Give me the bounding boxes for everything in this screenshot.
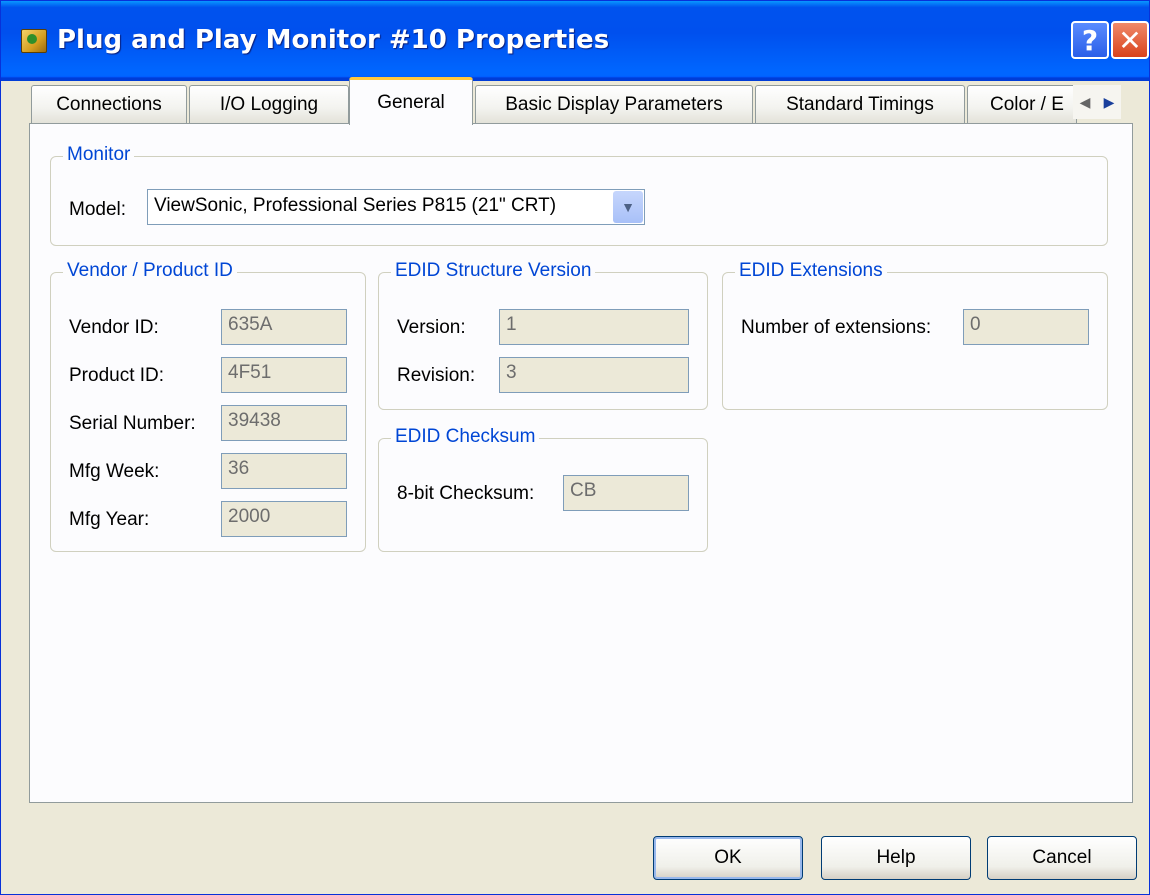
revision-label: Revision: <box>397 365 476 386</box>
vendor-id-label: Vendor ID: <box>69 317 159 338</box>
vendor-product-group-title: Vendor / Product ID <box>63 260 237 282</box>
checksum-field: CB <box>563 475 689 511</box>
general-tab-panel: Monitor Model: ViewSonic, Professional S… <box>29 123 1133 803</box>
model-value: ViewSonic, Professional Series P815 (21"… <box>154 195 557 216</box>
edid-version-group: EDID Structure Version Version: 1 Revisi… <box>378 260 708 410</box>
mfg-week-field: 36 <box>221 453 347 489</box>
serial-number-field: 39438 <box>221 405 347 441</box>
edid-version-group-title: EDID Structure Version <box>391 260 596 282</box>
edid-checksum-group: EDID Checksum 8-bit Checksum: CB <box>378 426 708 552</box>
mfg-week-label: Mfg Week: <box>69 461 160 482</box>
version-field: 1 <box>499 309 689 345</box>
help-title-button[interactable]: ? <box>1071 21 1109 59</box>
serial-number-label: Serial Number: <box>69 413 196 434</box>
model-label: Model: <box>69 199 127 220</box>
cancel-button[interactable]: Cancel <box>987 836 1137 880</box>
title-bar[interactable]: Plug and Play Monitor #10 Properties ? ✕ <box>1 1 1149 81</box>
tab-basic-display-parameters[interactable]: Basic Display Parameters <box>475 85 753 123</box>
chevron-right-icon[interactable]: ▶ <box>1104 94 1115 111</box>
revision-field: 3 <box>499 357 689 393</box>
mfg-year-label: Mfg Year: <box>69 509 150 530</box>
product-id-field: 4F51 <box>221 357 347 393</box>
ok-button[interactable]: OK <box>653 836 803 880</box>
tab-connections[interactable]: Connections <box>31 85 187 123</box>
mfg-year-field: 2000 <box>221 501 347 537</box>
chevron-down-icon[interactable]: ▼ <box>613 191 643 223</box>
edid-extensions-group-title: EDID Extensions <box>735 260 887 282</box>
tab-scroll-control[interactable]: ◀ ▶ <box>1073 85 1121 119</box>
vendor-id-field: 635A <box>221 309 347 345</box>
properties-dialog: Plug and Play Monitor #10 Properties ? ✕… <box>0 0 1150 895</box>
monitor-properties-icon <box>21 29 47 53</box>
model-dropdown[interactable]: ViewSonic, Professional Series P815 (21"… <box>147 189 645 225</box>
edid-extensions-group: EDID Extensions Number of extensions: 0 <box>722 260 1108 410</box>
tab-color-e[interactable]: Color / E <box>967 85 1077 123</box>
extensions-label: Number of extensions: <box>741 317 932 338</box>
edid-checksum-group-title: EDID Checksum <box>391 426 540 448</box>
close-title-button[interactable]: ✕ <box>1111 21 1149 59</box>
monitor-group-title: Monitor <box>63 144 135 166</box>
version-label: Version: <box>397 317 466 338</box>
chevron-left-icon[interactable]: ◀ <box>1080 94 1091 111</box>
tab-io-logging[interactable]: I/O Logging <box>189 85 349 123</box>
help-button[interactable]: Help <box>821 836 971 880</box>
window-title: Plug and Play Monitor #10 Properties <box>57 25 610 55</box>
tab-standard-timings[interactable]: Standard Timings <box>755 85 965 123</box>
tab-general[interactable]: General <box>349 77 473 125</box>
product-id-label: Product ID: <box>69 365 165 386</box>
vendor-product-group: Vendor / Product ID Vendor ID: 635A Prod… <box>50 260 366 552</box>
tab-strip: Connections I/O Logging General Basic Di… <box>31 77 1131 125</box>
extensions-field: 0 <box>963 309 1089 345</box>
monitor-group: Monitor Model: ViewSonic, Professional S… <box>50 144 1108 246</box>
checksum-label: 8-bit Checksum: <box>397 483 535 504</box>
